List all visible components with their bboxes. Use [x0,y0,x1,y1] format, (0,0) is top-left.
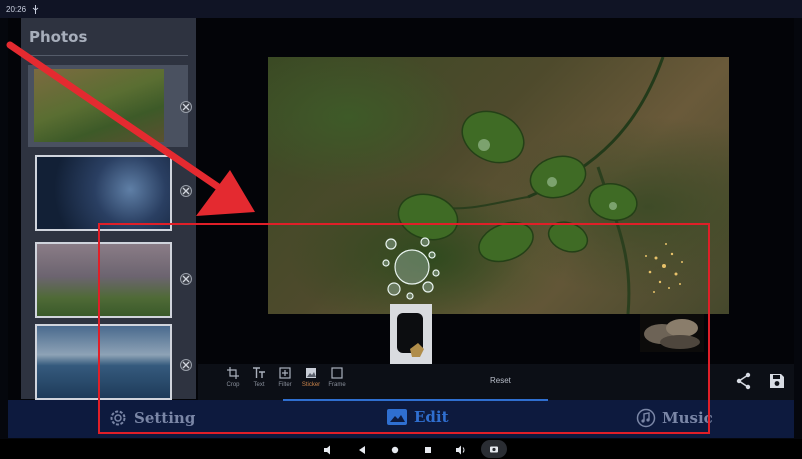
system-nav-bar [0,439,802,459]
volume-down-icon[interactable] [322,443,334,455]
volume-up-icon[interactable] [455,443,467,455]
status-bar: 20:26 [0,0,802,18]
remove-photo-1-icon[interactable] [180,101,192,113]
usb-icon [32,4,39,14]
recents-icon[interactable] [422,443,434,455]
remove-photo-2-icon[interactable] [180,185,192,197]
share-icon[interactable] [735,372,753,390]
home-icon[interactable] [389,443,401,455]
camera-icon [490,446,498,453]
status-time: 20:26 [6,4,27,14]
sidebar-divider [28,55,188,56]
blue-rocks-photo [37,157,170,229]
screenshot-button[interactable] [481,440,507,458]
annotation-rectangle [98,223,710,434]
back-icon[interactable] [356,443,368,455]
fern-leaves-photo [34,69,164,142]
photo-thumb-2[interactable] [35,155,172,231]
photo-thumb-1[interactable] [28,65,188,147]
save-icon[interactable] [768,372,786,390]
sidebar-title: Photos [29,28,88,46]
